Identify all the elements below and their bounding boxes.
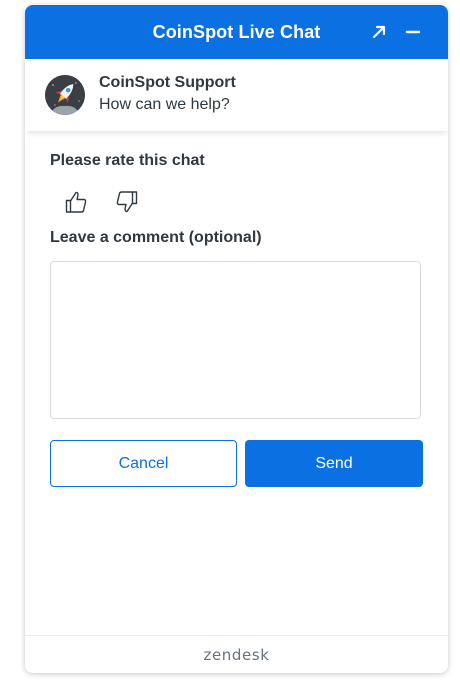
comment-label: Leave a comment (optional) [50,229,262,246]
footer: zendesk [25,635,448,673]
thumbs-down-icon [116,191,138,213]
rocket-avatar-icon [45,75,85,115]
minimize-icon [405,30,421,34]
minimize-button[interactable] [401,20,425,44]
send-button[interactable]: Send [245,440,423,487]
thumbs-down-button[interactable] [113,188,141,216]
popout-arrow-icon [372,25,386,39]
popout-button[interactable] [367,20,391,44]
thumbs-up-icon [65,191,87,213]
zendesk-logo[interactable]: zendesk [203,646,269,664]
agent-name: CoinSpot Support [99,74,236,91]
cancel-button[interactable]: Cancel [50,440,237,487]
chat-widget: CoinSpot Live Chat CoinSpot Support How … [25,5,448,673]
chat-title: CoinSpot Live Chat [152,21,321,42]
thumbs-up-button[interactable] [62,188,90,216]
rating-label: Please rate this chat [50,152,205,169]
agent-avatar [45,75,85,115]
chat-header: CoinSpot Live Chat [25,5,448,59]
agent-subtitle: How can we help? [99,96,230,113]
comment-textarea[interactable] [50,261,421,419]
agent-info-bar: CoinSpot Support How can we help? [25,59,448,131]
